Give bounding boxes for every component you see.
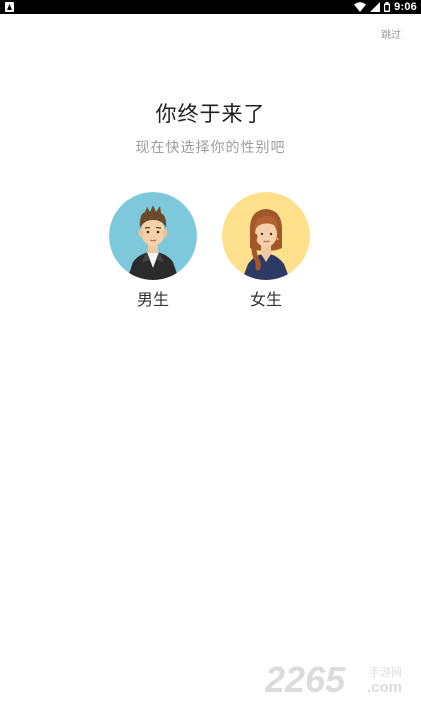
female-avatar-icon[interactable] bbox=[222, 192, 310, 280]
status-time: 9:06 bbox=[394, 1, 417, 13]
female-option[interactable]: 女生 bbox=[221, 192, 311, 310]
status-bar: 9:06 bbox=[0, 0, 421, 14]
male-label[interactable]: 男生 bbox=[108, 286, 198, 310]
wifi-icon bbox=[354, 2, 367, 12]
skip-button[interactable]: 跳过 bbox=[381, 26, 401, 41]
male-avatar-icon[interactable] bbox=[109, 192, 197, 280]
page-subtitle: 现在快选择你的性别吧 bbox=[135, 140, 286, 156]
signal-icon bbox=[370, 2, 381, 12]
gender-select-screen: 9:06 跳过 你终于来了 现在快选择你的性别吧 男生 女生 2265 手游网 … bbox=[0, 0, 421, 706]
male-option[interactable]: 男生 bbox=[108, 192, 198, 310]
svg-text:手游网: 手游网 bbox=[369, 665, 402, 679]
status-right: 9:06 bbox=[354, 0, 417, 14]
svg-text:2265: 2265 bbox=[265, 659, 346, 700]
svg-text:.com: .com bbox=[367, 679, 402, 696]
notification-icon bbox=[5, 2, 14, 12]
female-label[interactable]: 女生 bbox=[221, 286, 311, 310]
site-watermark-logo: 2265 手游网 .com bbox=[264, 658, 415, 700]
page-title: 你终于来了 bbox=[155, 102, 266, 126]
battery-icon bbox=[384, 2, 391, 12]
